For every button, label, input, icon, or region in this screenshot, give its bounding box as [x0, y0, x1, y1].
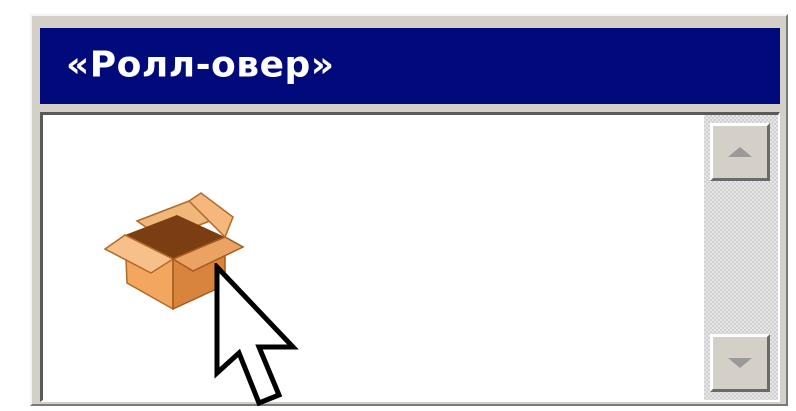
page: «Ролл-овер»	[0, 0, 796, 411]
arrow-cursor-icon	[214, 263, 299, 407]
scroll-up-button[interactable]	[710, 123, 770, 181]
arrow-down-icon	[728, 358, 752, 368]
vertical-scrollbar[interactable]	[704, 115, 778, 400]
title-bar[interactable]: «Ролл-овер»	[40, 28, 780, 104]
arrow-up-icon	[728, 147, 752, 157]
content-pane	[40, 112, 780, 407]
window-title: «Ролл-овер»	[66, 44, 335, 86]
scroll-down-button[interactable]	[710, 334, 770, 392]
rollover-window: «Ролл-овер»	[30, 14, 788, 407]
